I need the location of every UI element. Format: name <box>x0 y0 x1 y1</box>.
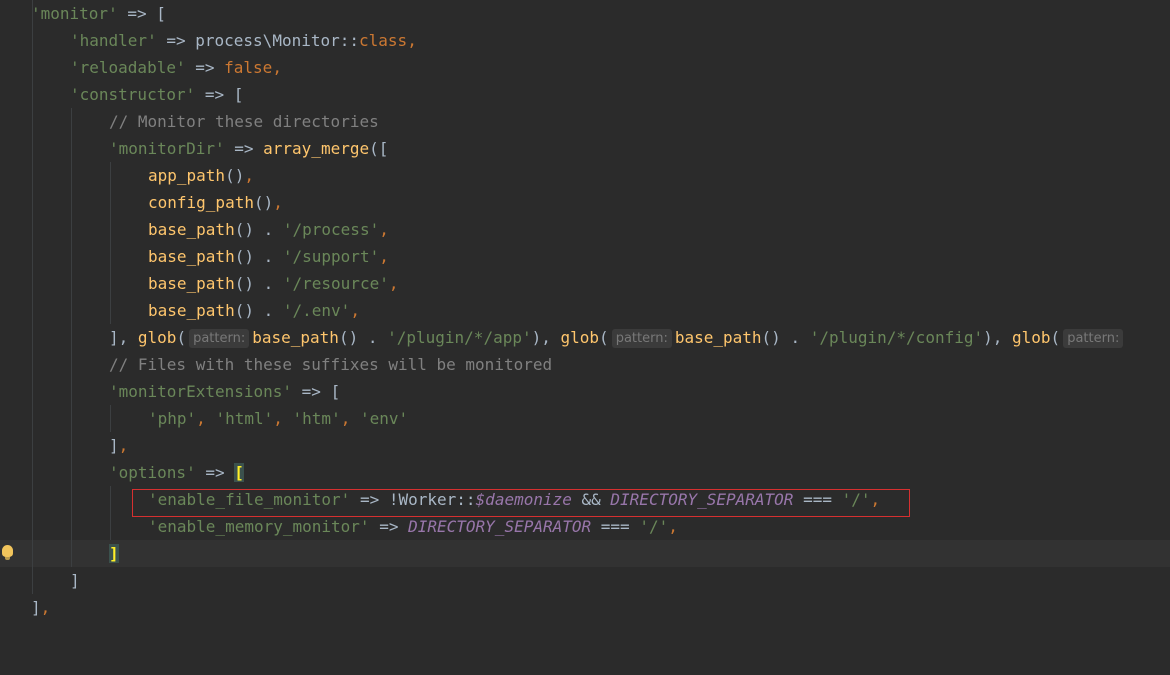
code-line: // Files with these suffixes will be mon… <box>0 351 1170 378</box>
function-name: glob <box>560 328 600 347</box>
code-line: ], <box>0 432 1170 459</box>
parameter-hint: pattern: <box>611 329 672 348</box>
code-line: base_path() . '/.env', <box>0 297 1170 324</box>
code-line: ], <box>31 598 51 617</box>
code-line: 'monitorDir' => array_merge([ <box>0 135 1170 162</box>
function-name: base_path <box>148 274 235 293</box>
code-line: config_path(), <box>0 189 1170 216</box>
function-name: glob <box>1012 328 1051 347</box>
function-name: app_path <box>148 166 226 185</box>
code-line: 'constructor' => [ <box>0 81 1170 108</box>
code-line: base_path() . '/process', <box>0 216 1170 243</box>
parameter-hint: pattern: <box>189 329 250 348</box>
array-key: 'options' <box>109 463 196 482</box>
array-key: 'monitorDir' <box>109 139 225 158</box>
code-line: ], glob(pattern: base_path() . '/plugin/*… <box>0 324 1170 351</box>
code-line: 'monitor' => [ <box>0 0 1170 27</box>
function-name: array_merge <box>263 139 370 158</box>
code-line: base_path() . '/support', <box>0 243 1170 270</box>
current-code-line: ] <box>0 540 1170 567</box>
code-line: 'options' => [ <box>0 459 1170 486</box>
code-line: 'handler' => process\Monitor::class, <box>0 27 1170 54</box>
code-line: 'reloadable' => false, <box>0 54 1170 81</box>
code-line: 'enable_memory_monitor' => DIRECTORY_SEP… <box>0 513 1170 540</box>
parameter-hint: pattern: <box>1063 329 1124 348</box>
code-line: 'monitorExtensions' => [ <box>0 378 1170 405</box>
function-name: base_path <box>148 301 235 320</box>
intention-bulb-icon[interactable] <box>2 545 13 560</box>
array-key: 'handler' <box>70 31 157 50</box>
function-name: config_path <box>148 193 254 212</box>
function-name: base_path <box>148 247 235 266</box>
code-comment: // Files with these suffixes will be mon… <box>109 355 553 374</box>
array-key: 'enable_memory_monitor' <box>148 517 370 536</box>
code-line: ] <box>0 567 1170 594</box>
array-key: 'monitorExtensions' <box>109 382 293 401</box>
highlight-annotation-box <box>132 489 910 517</box>
code-line: 'php', 'html', 'htm', 'env' <box>0 405 1170 432</box>
array-key: 'monitor' <box>31 4 118 23</box>
code-comment: // Monitor these directories <box>109 112 379 131</box>
matched-bracket: [ <box>234 463 244 482</box>
function-name: base_path <box>148 220 235 239</box>
code-line: app_path(), <box>0 162 1170 189</box>
code-line: base_path() . '/resource', <box>0 270 1170 297</box>
matched-bracket: ] <box>109 544 119 563</box>
function-name: glob <box>137 328 177 347</box>
array-key: 'reloadable' <box>70 58 186 77</box>
array-key: 'constructor' <box>70 85 196 104</box>
code-editor[interactable]: 'monitor' => [ 'handler' => process\Moni… <box>0 0 1170 632</box>
constant: DIRECTORY_SEPARATOR <box>408 517 592 536</box>
code-line: // Monitor these directories <box>0 108 1170 135</box>
